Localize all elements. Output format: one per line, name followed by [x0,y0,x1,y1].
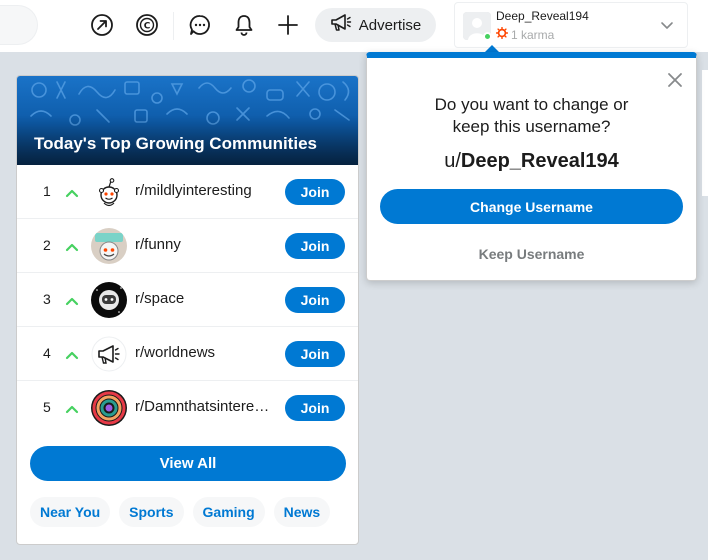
up-arrow-icon [65,293,79,311]
user-karma: 1 karma [495,26,555,42]
chip-news[interactable]: News [273,497,331,527]
username-value: Deep_Reveal194 [460,150,619,172]
chat-icon[interactable] [187,12,213,38]
user-name: Deep_Reveal194 [496,9,589,23]
space-snoo-icon[interactable] [91,282,127,318]
swirl-icon[interactable] [91,390,127,426]
advertise-button[interactable]: Advertise [315,8,436,42]
join-button[interactable]: Join [285,341,345,367]
popular-icon[interactable] [89,12,115,38]
megaphone-icon [330,13,352,38]
popup-question: Do you want to change or keep this usern… [367,94,696,138]
karma-icon [495,26,509,42]
category-chips: Near You Sports Gaming News [30,497,331,527]
rank-number: 1 [43,183,51,199]
join-button[interactable]: Join [285,287,345,313]
up-arrow-icon [65,347,79,365]
card-banner: Today's Top Growing Communities [17,76,358,165]
subreddit-name[interactable]: r/worldnews [135,344,271,361]
chevron-down-icon [659,17,675,38]
rank-number: 2 [43,237,51,253]
right-sidebar-edge [702,70,708,196]
top-header: C Advertise Deep_Reveal194 1 karma [0,0,708,52]
advertise-label: Advertise [358,16,422,34]
snoo-icon[interactable] [91,174,127,210]
popup-username: u/Deep_Reveal194 [367,150,696,173]
top-growing-communities-card: Today's Top Growing Communities 1 r/mild… [16,75,359,545]
svg-text:C: C [144,22,151,32]
rank-number: 4 [43,345,51,361]
rank-number: 5 [43,399,51,415]
karma-count: 1 karma [511,27,555,42]
list-item: 5 r/Damnthatsinteresting Join [17,381,358,435]
subreddit-name[interactable]: r/space [135,290,271,307]
chip-sports[interactable]: Sports [119,497,184,527]
chip-near-you[interactable]: Near You [30,497,111,527]
online-status-indicator [483,32,492,41]
up-arrow-icon [65,185,79,203]
subreddit-name[interactable]: r/Damnthatsinteresting [135,398,271,415]
coins-icon[interactable]: C [134,12,160,38]
join-button[interactable]: Join [285,179,345,205]
view-all-button[interactable]: View All [30,446,346,481]
up-arrow-icon [65,239,79,257]
change-username-button[interactable]: Change Username [380,189,683,224]
card-title: Today's Top Growing Communities [34,134,317,153]
funny-snoo-icon[interactable] [91,228,127,264]
popup-pointer [485,45,499,52]
rank-number: 3 [43,291,51,307]
chip-gaming[interactable]: Gaming [192,497,265,527]
username-popup: Do you want to change or keep this usern… [366,52,697,281]
subreddit-name[interactable]: r/mildlyinteresting [135,182,271,199]
create-post-icon[interactable] [275,12,301,38]
notification-icon[interactable] [231,12,257,38]
keep-username-button[interactable]: Keep Username [380,239,683,269]
search-bar[interactable] [0,5,38,45]
up-arrow-icon [65,401,79,419]
header-divider [173,12,174,40]
join-button[interactable]: Join [285,233,345,259]
join-button[interactable]: Join [285,395,345,421]
list-item: 4 r/worldnews Join [17,327,358,381]
list-item: 2 r/funny Join [17,219,358,273]
list-item: 3 r/space Join [17,273,358,327]
megaphone-icon[interactable] [91,336,127,372]
close-icon[interactable] [665,70,685,90]
username-prefix: u/ [444,150,461,172]
subreddit-name[interactable]: r/funny [135,236,271,253]
list-item: 1 r/mildlyinteresting Join [17,165,358,219]
user-menu-dropdown[interactable]: Deep_Reveal194 1 karma [454,2,688,48]
popup-question-text: Do you want to change or keep this usern… [434,95,629,136]
